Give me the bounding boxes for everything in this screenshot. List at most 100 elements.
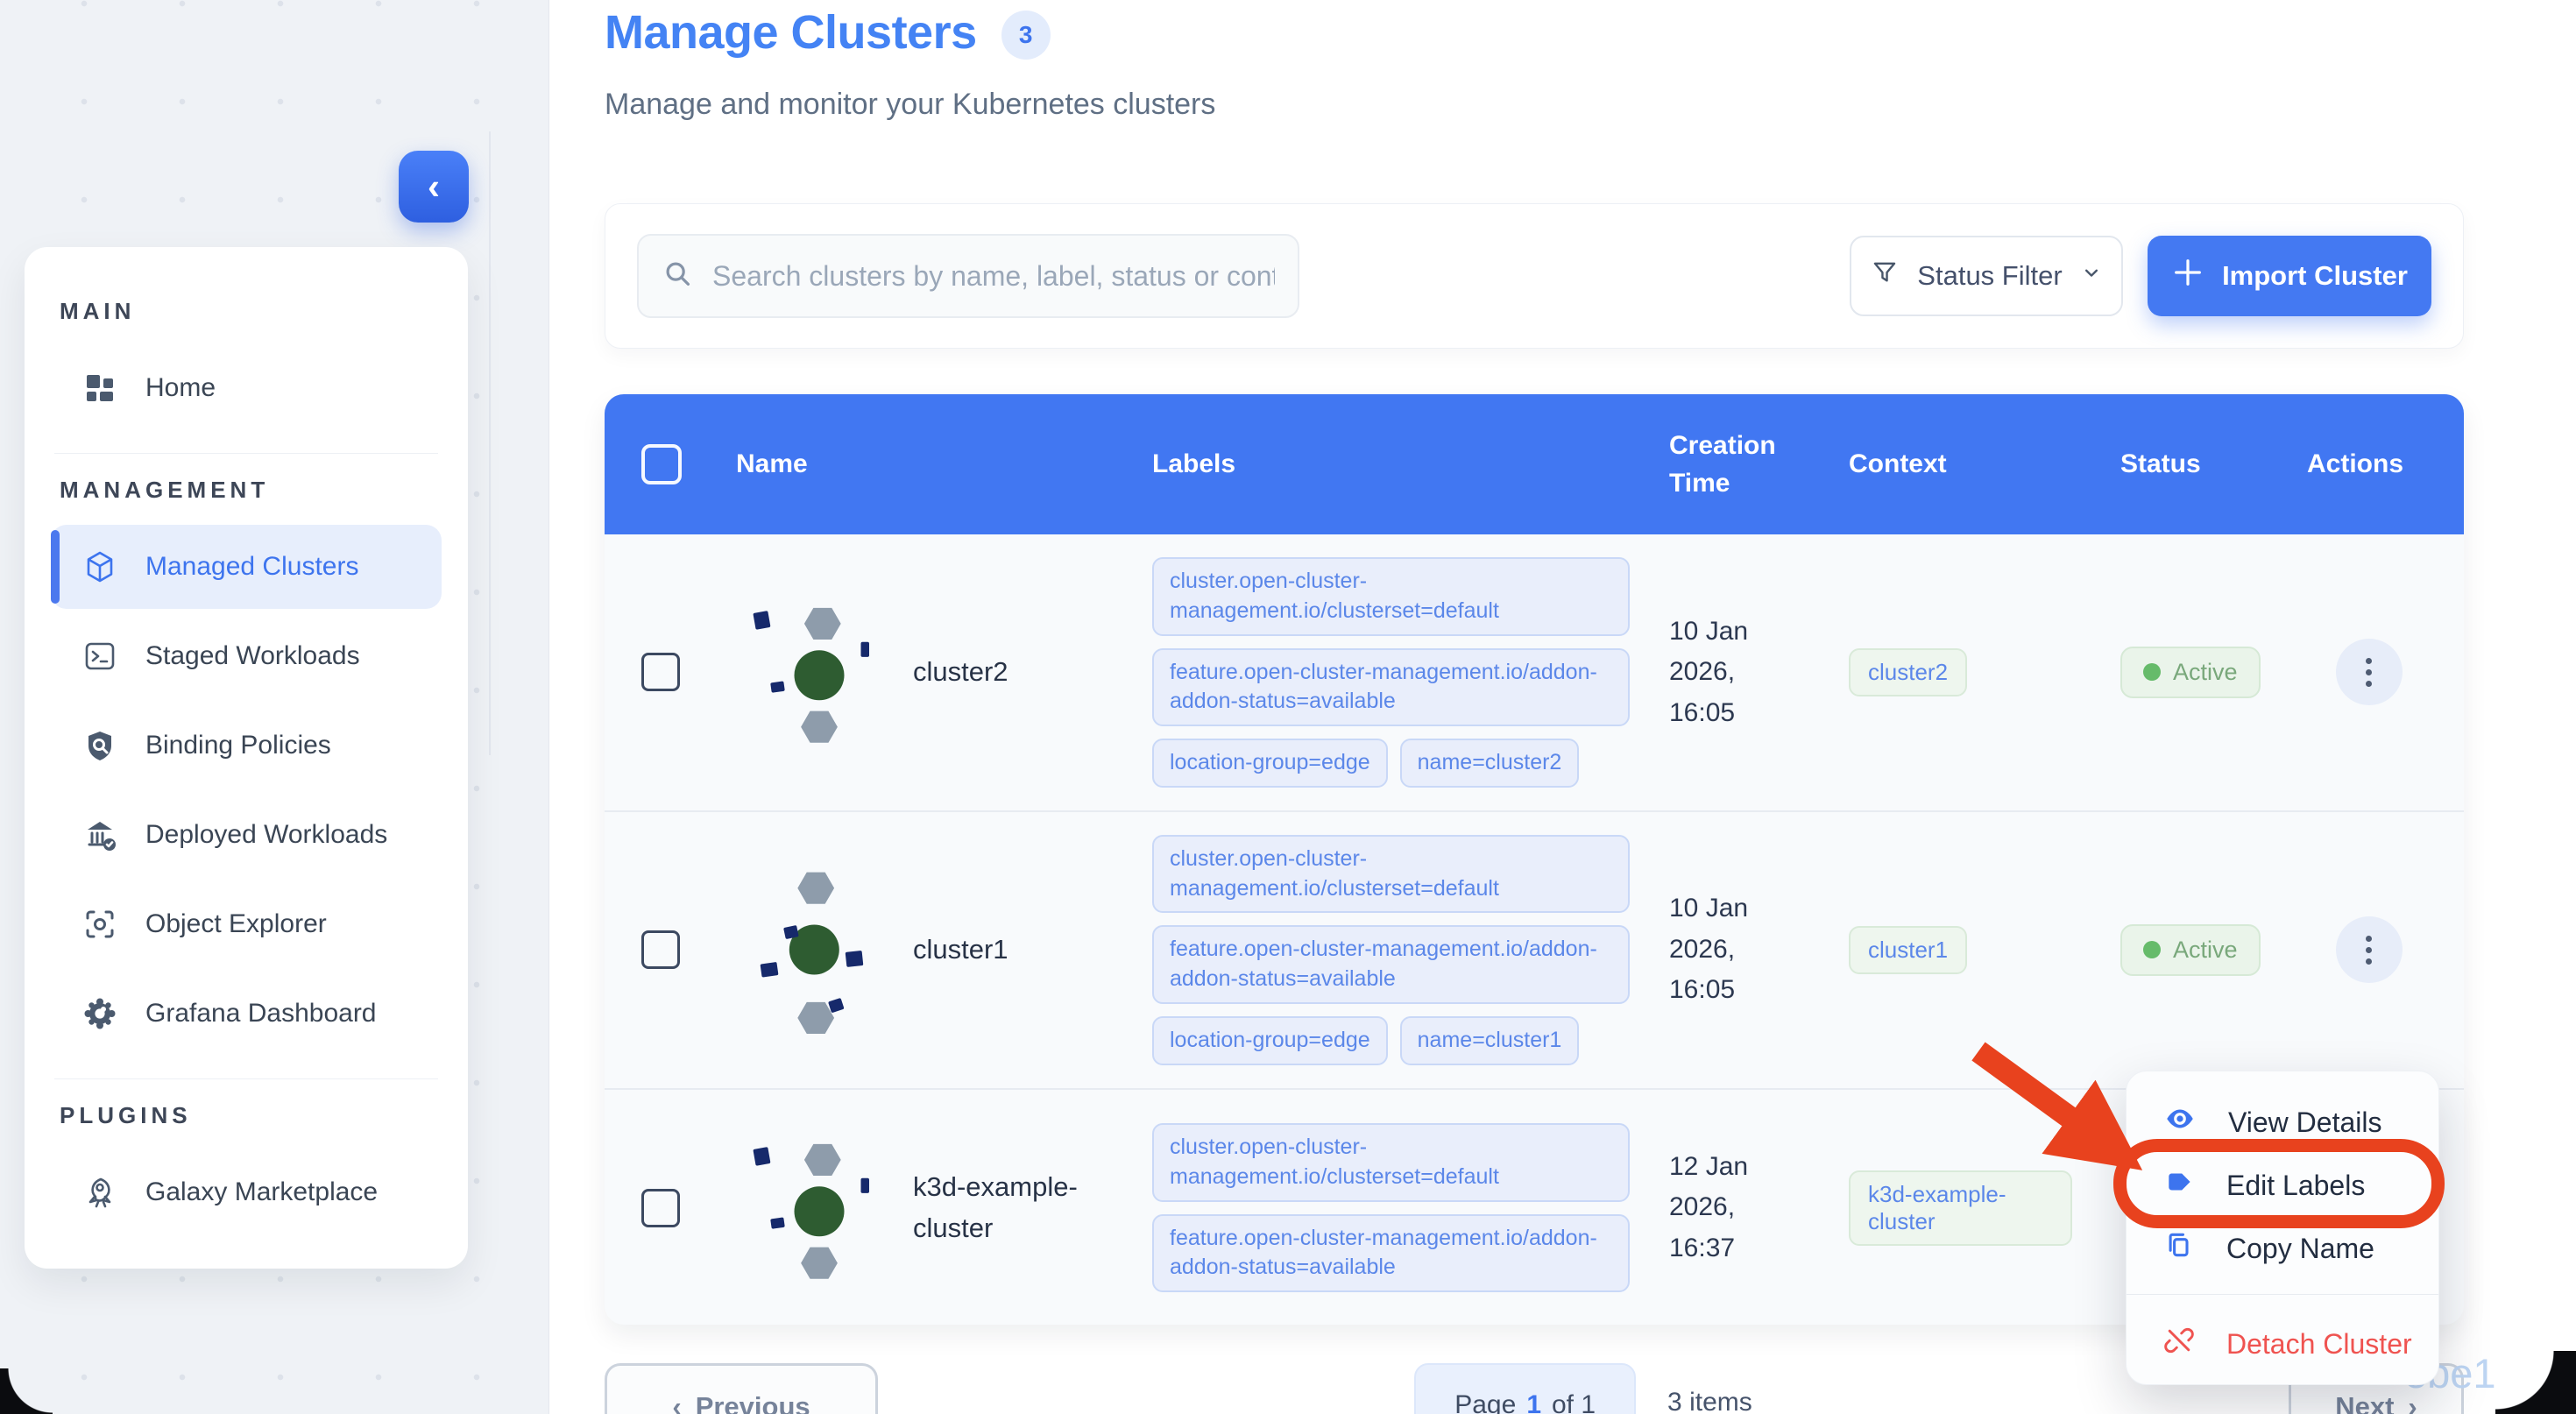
cell-creation-time: 10 Jan 2026, 16:05 xyxy=(1630,888,1801,1011)
grafana-icon xyxy=(81,994,119,1033)
cell-status: Active xyxy=(2072,647,2291,698)
cluster-node-icon xyxy=(736,858,902,1042)
cluster-node-icon xyxy=(736,1116,902,1300)
menu-item-label: View Details xyxy=(2228,1106,2381,1139)
page-current: 1 xyxy=(1526,1390,1541,1414)
label-chip: feature.open-cluster-management.io/addon… xyxy=(1152,925,1630,1004)
pagination-center: Page 1 of 1 3 items xyxy=(1414,1363,1752,1414)
context-chip: cluster1 xyxy=(1849,926,1967,974)
cell-context: k3d-example-cluster xyxy=(1801,1170,2072,1246)
sidebar-divider xyxy=(54,453,438,454)
search-icon xyxy=(662,258,695,295)
chevron-left-icon: ‹ xyxy=(428,166,440,208)
app-root: ‹ MAIN Home MANAGEMENT Managed Clusters … xyxy=(0,0,2576,1414)
sidebar-collapse-button[interactable]: ‹ xyxy=(399,151,469,223)
sidebar-item-managed-clusters[interactable]: Managed Clusters xyxy=(51,525,442,609)
shield-search-icon xyxy=(81,726,119,765)
cell-status: Active xyxy=(2072,924,2291,976)
cell-creation-time: 10 Jan 2026, 16:05 xyxy=(1630,612,1801,734)
page-head: Manage Clusters 3 xyxy=(605,5,1051,60)
column-header-name: Name xyxy=(736,449,1113,479)
eye-icon xyxy=(2163,1102,2197,1142)
sidebar-section-label: MAIN xyxy=(60,298,442,325)
sidebar-item-binding-policies[interactable]: Binding Policies xyxy=(51,703,442,788)
search-input[interactable] xyxy=(712,260,1275,293)
items-count: 3 items xyxy=(1667,1388,1752,1414)
page-indicator: Page 1 of 1 xyxy=(1414,1363,1636,1414)
plus-icon xyxy=(2171,256,2204,296)
label-chip: name=cluster1 xyxy=(1400,1016,1580,1065)
sidebar-section: MAIN Home xyxy=(51,298,442,454)
sidebar-nav: MAIN Home MANAGEMENT Managed Clusters St… xyxy=(51,298,442,1234)
menu-item-label: Copy Name xyxy=(2226,1233,2374,1265)
cluster-count-badge: 3 xyxy=(1001,11,1051,60)
menu-item-detach-cluster[interactable]: Detach Cluster xyxy=(2127,1312,2438,1375)
menu-divider xyxy=(2127,1294,2438,1295)
cell-actions xyxy=(2291,639,2446,705)
row-checkbox[interactable] xyxy=(641,653,680,691)
cluster-node-icon xyxy=(736,580,902,764)
tag-icon xyxy=(2163,1166,2195,1205)
cell-labels: cluster.open-cluster-management.io/clust… xyxy=(1113,557,1630,788)
row-actions-button[interactable] xyxy=(2336,639,2403,705)
context-chip: k3d-example-cluster xyxy=(1849,1170,2072,1246)
label-chip: cluster.open-cluster-management.io/clust… xyxy=(1152,1123,1630,1202)
sidebar-section-label: PLUGINS xyxy=(60,1102,442,1129)
cell-name: cluster1 xyxy=(736,858,1113,1042)
menu-item-view-details[interactable]: View Details xyxy=(2127,1091,2438,1154)
page-subtitle: Manage and monitor your Kubernetes clust… xyxy=(605,88,1215,122)
copy-icon xyxy=(2163,1229,2195,1268)
status-dot-icon xyxy=(2143,663,2161,681)
sidebar-section: MANAGEMENT Managed Clusters Staged Workl… xyxy=(51,477,442,1079)
sidebar-item-galaxy-marketplace[interactable]: Galaxy Marketplace xyxy=(51,1150,442,1234)
sidebar-item-staged-workloads[interactable]: Staged Workloads xyxy=(51,614,442,698)
grid-icon xyxy=(81,369,119,407)
row-checkbox[interactable] xyxy=(641,930,680,969)
sidebar-item-deployed-workloads[interactable]: Deployed Workloads xyxy=(51,793,442,877)
sidebar: MAIN Home MANAGEMENT Managed Clusters St… xyxy=(25,247,468,1269)
row-actions-button[interactable] xyxy=(2336,916,2403,983)
cell-creation-time: 12 Jan 2026, 16:37 xyxy=(1630,1147,1801,1269)
page-prefix: Page xyxy=(1454,1390,1516,1414)
menu-item-copy-name[interactable]: Copy Name xyxy=(2127,1217,2438,1280)
menu-item-label: Edit Labels xyxy=(2226,1170,2365,1202)
column-header-actions: Actions xyxy=(2291,449,2446,479)
table-row: cluster2 cluster.open-cluster-management… xyxy=(605,534,2464,810)
table-row: cluster1 cluster.open-cluster-management… xyxy=(605,810,2464,1088)
label-chip: name=cluster2 xyxy=(1400,739,1580,788)
menu-item-edit-labels[interactable]: Edit Labels xyxy=(2127,1154,2438,1217)
sidebar-item-grafana-dashboard[interactable]: Grafana Dashboard xyxy=(51,972,442,1056)
status-filter-button[interactable]: Status Filter xyxy=(1850,236,2123,316)
next-label: Next xyxy=(2335,1391,2394,1414)
column-header-status: Status xyxy=(2072,449,2291,479)
sidebar-item-home[interactable]: Home xyxy=(51,346,442,430)
table-header: Name Labels Creation Time Context Status… xyxy=(605,394,2464,534)
rocket-icon xyxy=(81,1173,119,1212)
page-title: Manage Clusters xyxy=(605,5,977,60)
label-chip: feature.open-cluster-management.io/addon… xyxy=(1152,1214,1630,1293)
cluster-name: cluster1 xyxy=(913,930,1008,971)
status-filter-label: Status Filter xyxy=(1917,260,2062,292)
rail-divider xyxy=(489,131,491,755)
cube-icon xyxy=(81,548,119,586)
row-checkbox[interactable] xyxy=(641,1189,680,1227)
label-chip: feature.open-cluster-management.io/addon… xyxy=(1152,648,1630,727)
column-header-labels: Labels xyxy=(1113,449,1630,479)
chevron-down-icon xyxy=(2080,260,2103,292)
search-box xyxy=(637,234,1299,318)
select-all-checkbox[interactable] xyxy=(641,444,682,484)
sidebar-item-object-explorer[interactable]: Object Explorer xyxy=(51,882,442,966)
context-chip: cluster2 xyxy=(1849,648,1967,696)
bank-check-icon xyxy=(81,816,119,854)
previous-page-button[interactable]: ‹ Previous xyxy=(605,1363,878,1414)
cell-labels: cluster.open-cluster-management.io/clust… xyxy=(1113,835,1630,1065)
terminal-icon xyxy=(81,637,119,675)
funnel-icon xyxy=(1870,258,1900,294)
window-corner-left xyxy=(0,1368,53,1414)
status-badge: Active xyxy=(2120,924,2261,976)
import-cluster-button[interactable]: Import Cluster xyxy=(2148,236,2431,316)
status-dot-icon xyxy=(2143,941,2161,958)
row-actions-menu: View Details Edit Labels Copy Name Detac… xyxy=(2126,1071,2439,1385)
unlink-icon xyxy=(2163,1325,2195,1363)
label-chip: location-group=edge xyxy=(1152,739,1388,788)
